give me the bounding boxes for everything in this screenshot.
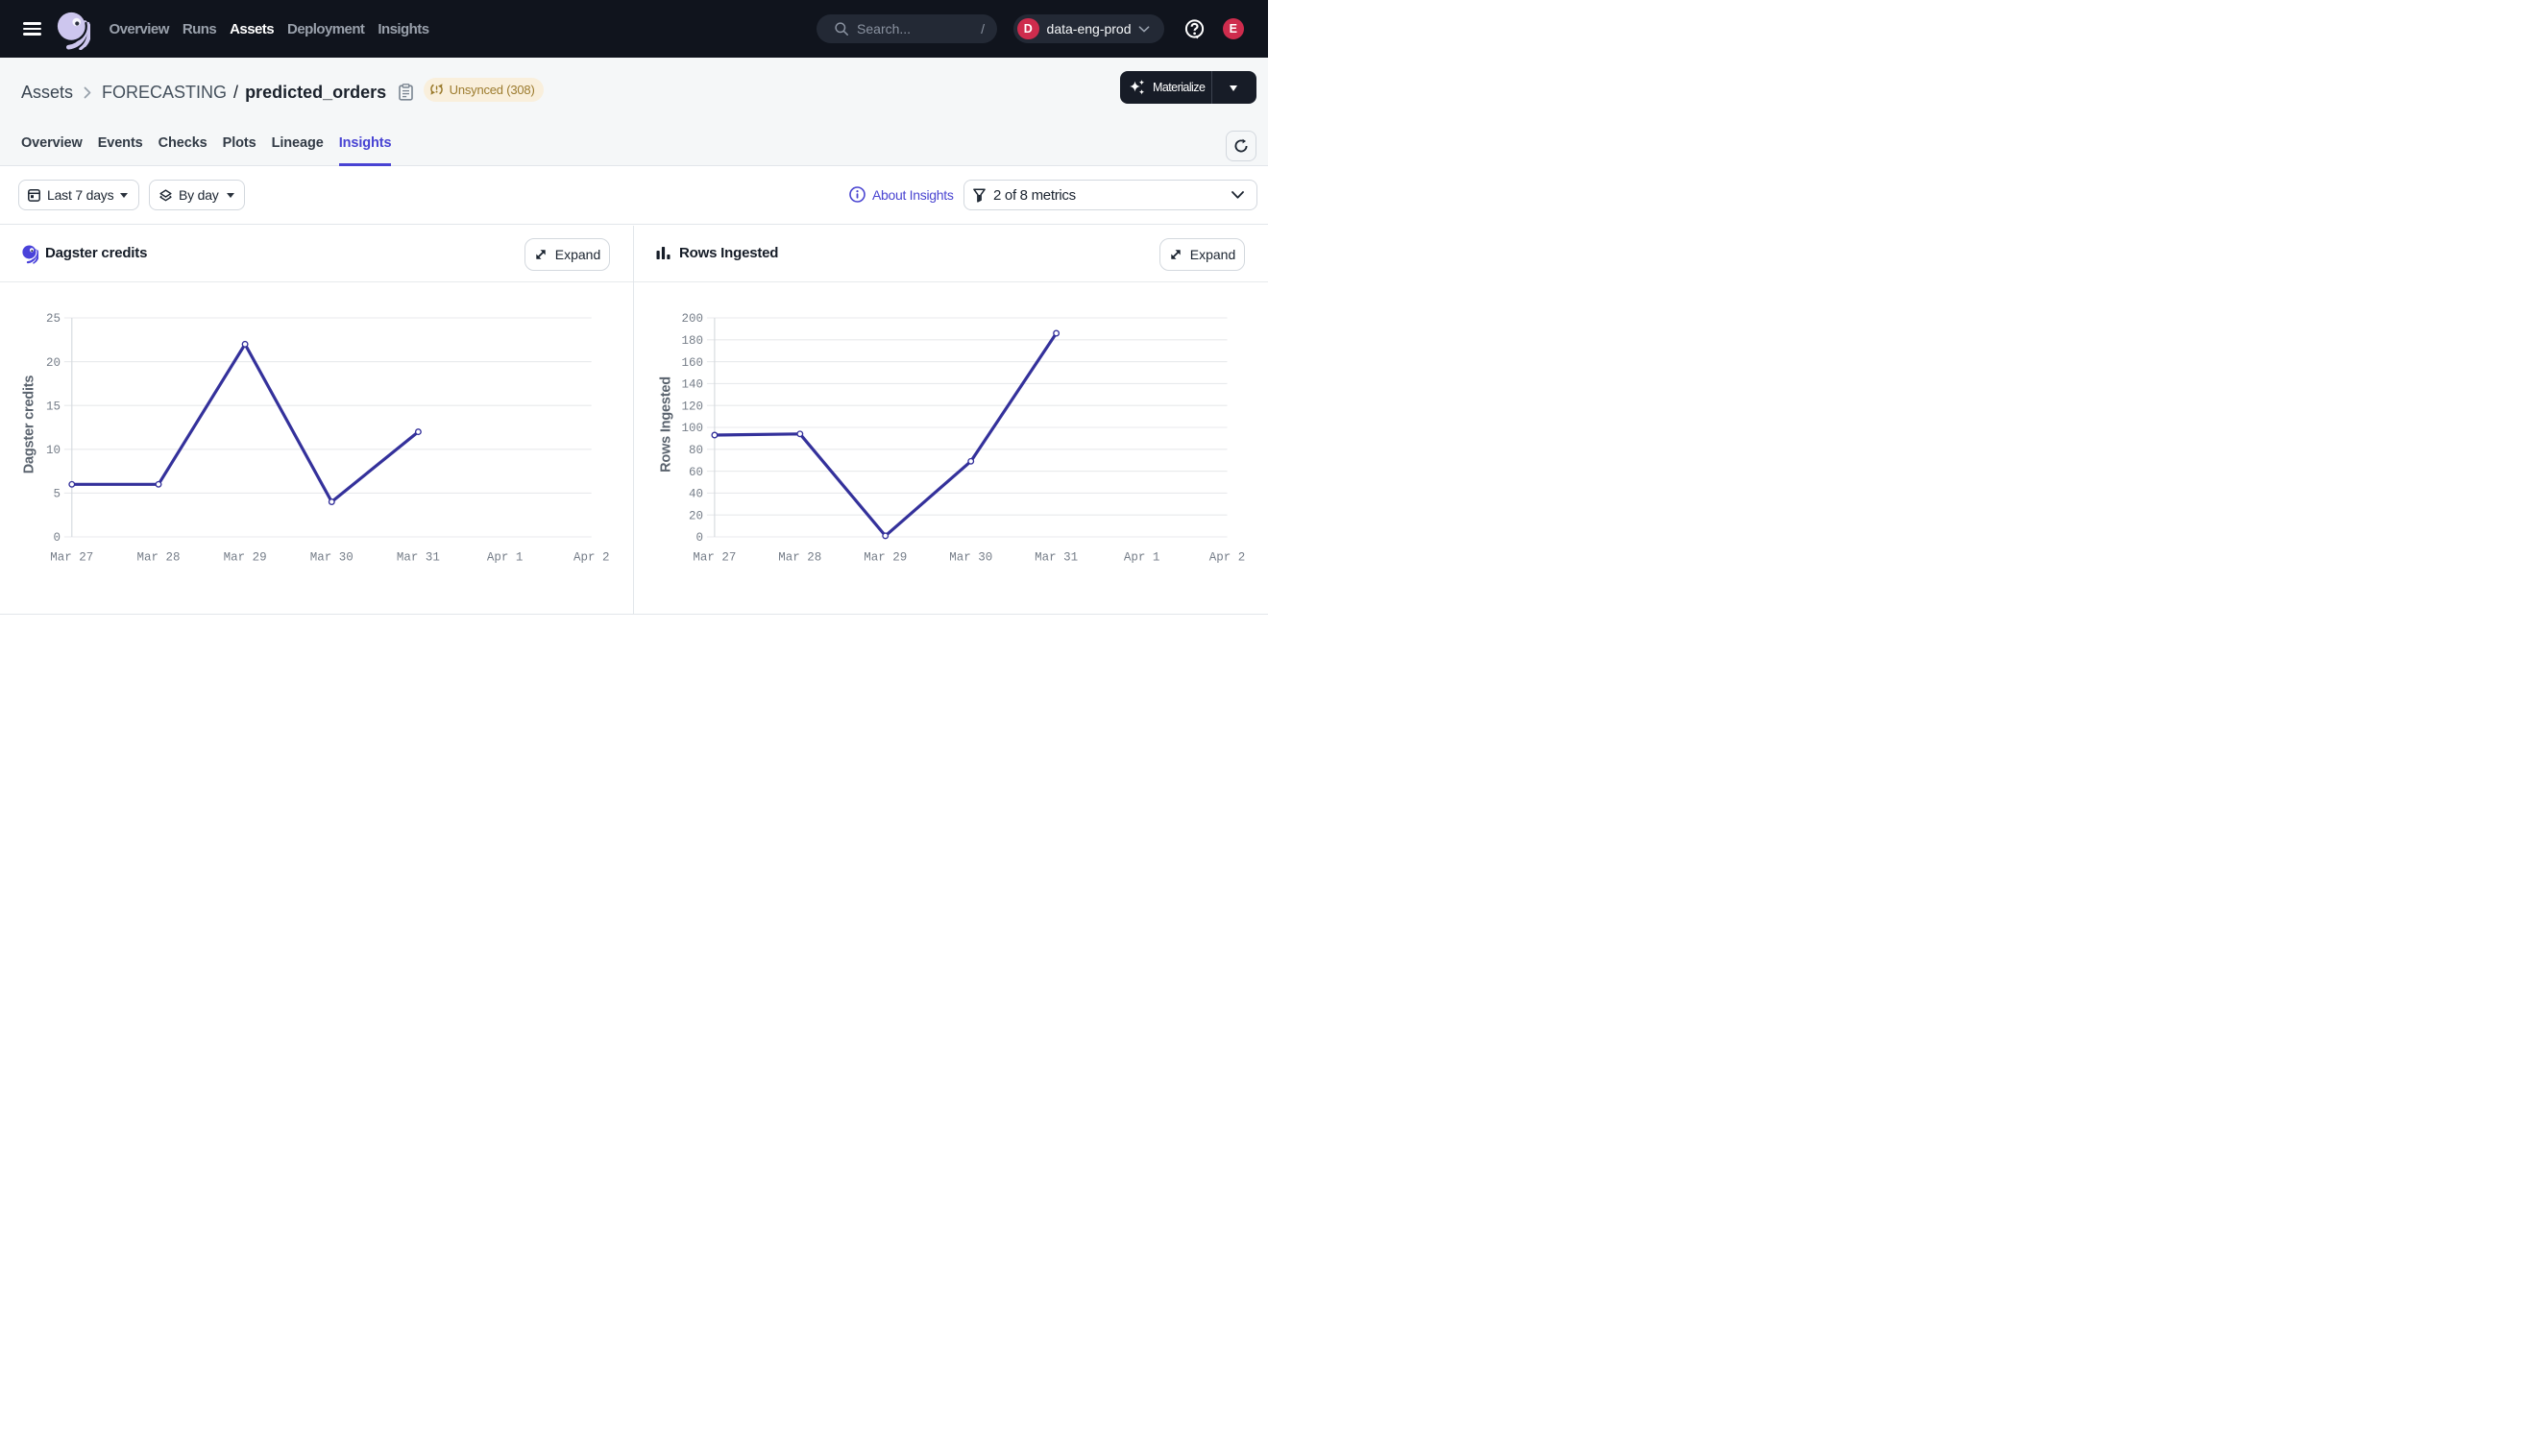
- svg-text:Mar 27: Mar 27: [693, 551, 736, 565]
- svg-text:20: 20: [46, 356, 61, 370]
- svg-text:Dagster credits: Dagster credits: [21, 376, 37, 474]
- svg-text:Mar 28: Mar 28: [136, 551, 180, 565]
- svg-text:200: 200: [681, 312, 703, 326]
- svg-text:Mar 29: Mar 29: [224, 551, 267, 565]
- svg-text:160: 160: [681, 356, 703, 370]
- svg-text:Mar 27: Mar 27: [50, 551, 93, 565]
- svg-text:Mar 31: Mar 31: [1035, 551, 1078, 565]
- svg-text:Apr 1: Apr 1: [487, 551, 524, 565]
- svg-text:25: 25: [46, 312, 61, 326]
- svg-text:5: 5: [53, 488, 61, 501]
- svg-text:10: 10: [46, 444, 61, 457]
- svg-text:20: 20: [689, 509, 703, 522]
- svg-text:180: 180: [681, 334, 703, 348]
- svg-text:Apr 1: Apr 1: [1124, 551, 1160, 565]
- svg-text:80: 80: [689, 444, 703, 457]
- svg-text:Apr 2: Apr 2: [1209, 551, 1246, 565]
- svg-text:40: 40: [689, 488, 703, 501]
- svg-text:Mar 30: Mar 30: [949, 551, 992, 565]
- svg-text:Rows Ingested: Rows Ingested: [658, 376, 673, 473]
- svg-text:Mar 28: Mar 28: [778, 551, 821, 565]
- svg-text:Mar 30: Mar 30: [310, 551, 354, 565]
- svg-text:120: 120: [681, 400, 703, 413]
- svg-text:Apr 2: Apr 2: [573, 551, 610, 565]
- svg-text:Mar 31: Mar 31: [397, 551, 440, 565]
- svg-text:100: 100: [681, 422, 703, 435]
- svg-text:15: 15: [46, 400, 61, 413]
- svg-text:140: 140: [681, 378, 703, 392]
- svg-text:0: 0: [53, 531, 61, 545]
- svg-text:60: 60: [689, 466, 703, 479]
- svg-text:0: 0: [695, 531, 703, 545]
- svg-text:Mar 29: Mar 29: [864, 551, 907, 565]
